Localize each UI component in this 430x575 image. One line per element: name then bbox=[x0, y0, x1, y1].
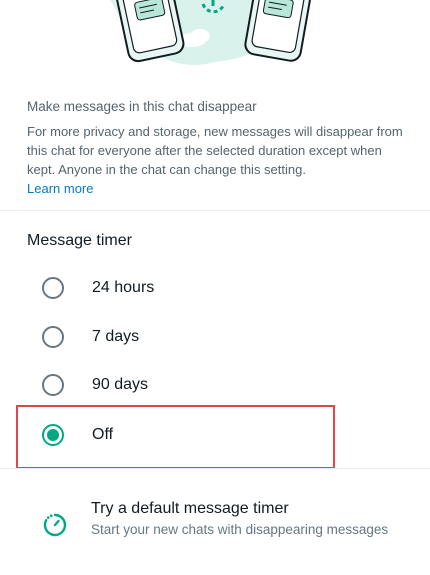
message-timer-heading: Message timer bbox=[27, 232, 132, 249]
info-section: Make messages in this chat disappear For… bbox=[27, 98, 407, 198]
option-90-days[interactable]: 90 days bbox=[28, 368, 328, 402]
option-label: 24 hours bbox=[92, 279, 155, 296]
divider bbox=[0, 468, 430, 469]
default-message-timer-row[interactable]: Try a default message timer Start your n… bbox=[0, 495, 430, 565]
default-timer-title: Try a default message timer bbox=[91, 500, 289, 517]
divider bbox=[0, 210, 430, 211]
radio-button[interactable] bbox=[42, 277, 64, 299]
option-7-days[interactable]: 7 days bbox=[28, 320, 328, 354]
option-label: 7 days bbox=[92, 328, 140, 345]
learn-more-link[interactable]: Learn more bbox=[27, 180, 93, 198]
disappearing-messages-illustration bbox=[0, 0, 430, 72]
info-description: For more privacy and storage, new messag… bbox=[27, 124, 403, 177]
option-label: 90 days bbox=[92, 376, 149, 393]
radio-button[interactable] bbox=[42, 326, 64, 348]
radio-button[interactable] bbox=[42, 374, 64, 396]
option-24-hours[interactable]: 24 hours bbox=[28, 271, 328, 305]
timer-icon bbox=[43, 513, 67, 537]
selection-highlight-box bbox=[16, 405, 335, 469]
info-title: Make messages in this chat disappear bbox=[27, 99, 257, 114]
default-timer-subtitle: Start your new chats with disappearing m… bbox=[91, 522, 389, 537]
